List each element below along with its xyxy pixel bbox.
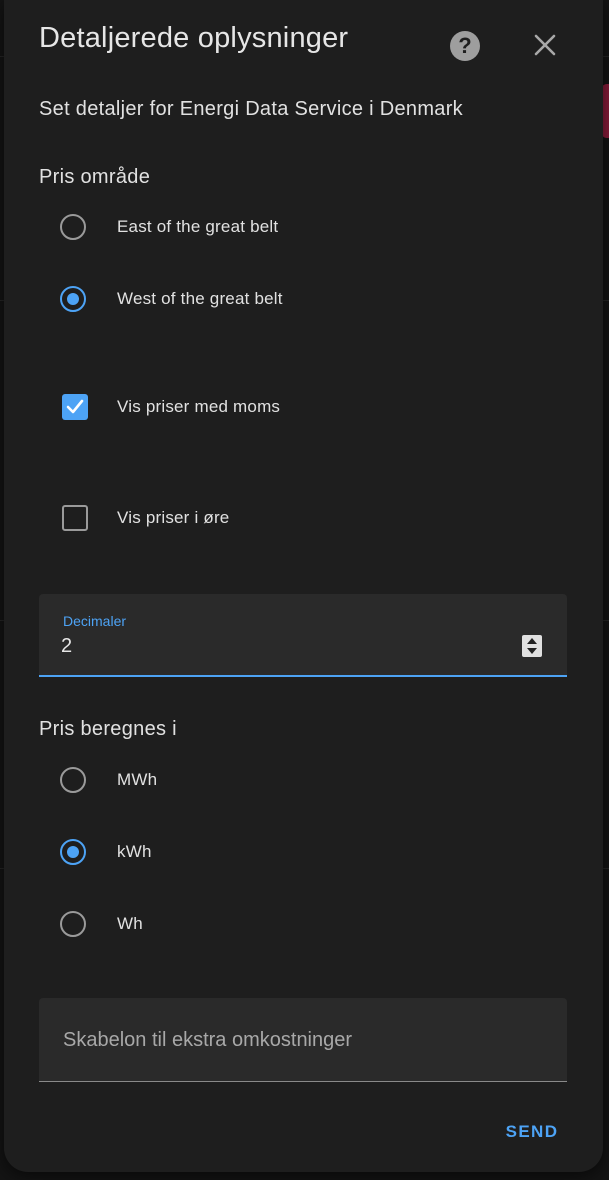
radio-label: Wh	[117, 914, 143, 933]
radio-option-wh[interactable]: Wh	[54, 904, 574, 948]
radio-label: kWh	[117, 842, 152, 861]
send-button[interactable]: SEND	[492, 1116, 572, 1148]
extra-costs-template-field[interactable]	[39, 998, 567, 1082]
decimals-label: Decimaler	[63, 613, 127, 629]
radio-button-selected[interactable]	[60, 839, 86, 865]
check-icon	[66, 399, 84, 414]
decimals-field[interactable]: Decimaler	[39, 594, 567, 677]
details-dialog: Detaljerede oplysninger ? Set detaljer f…	[4, 0, 603, 1172]
radio-label: East of the great belt	[117, 217, 279, 236]
number-spinner[interactable]	[522, 635, 542, 657]
radio-option-west[interactable]: West of the great belt	[54, 279, 574, 323]
checkbox-unchecked[interactable]	[62, 505, 88, 531]
radio-label: MWh	[117, 770, 158, 789]
checkbox-option-ore[interactable]: Vis priser i øre	[54, 498, 574, 542]
spinner-up-icon[interactable]	[527, 638, 537, 644]
checkbox-label: Vis priser i øre	[117, 508, 230, 527]
price-unit-label: Pris beregnes i	[39, 718, 177, 740]
dialog-title: Detaljerede oplysninger	[39, 22, 349, 54]
close-icon[interactable]	[530, 30, 560, 60]
radio-button[interactable]	[60, 911, 86, 937]
radio-label: West of the great belt	[117, 289, 283, 308]
radio-option-east[interactable]: East of the great belt	[54, 207, 574, 251]
radio-button[interactable]	[60, 767, 86, 793]
price-area-label: Pris område	[39, 166, 151, 188]
help-icon[interactable]: ?	[450, 31, 480, 61]
radio-option-mwh[interactable]: MWh	[54, 760, 574, 804]
radio-option-kwh[interactable]: kWh	[54, 832, 574, 876]
extra-costs-template-input[interactable]	[63, 1026, 543, 1054]
checkbox-label: Vis priser med moms	[117, 397, 281, 416]
decimals-input[interactable]	[61, 632, 481, 660]
checkbox-option-vat[interactable]: Vis priser med moms	[54, 387, 574, 431]
spinner-down-icon[interactable]	[527, 648, 537, 654]
dialog-subtitle: Set detaljer for Energi Data Service i D…	[39, 98, 463, 120]
checkbox-checked[interactable]	[62, 394, 88, 420]
radio-button[interactable]	[60, 214, 86, 240]
radio-button-selected[interactable]	[60, 286, 86, 312]
